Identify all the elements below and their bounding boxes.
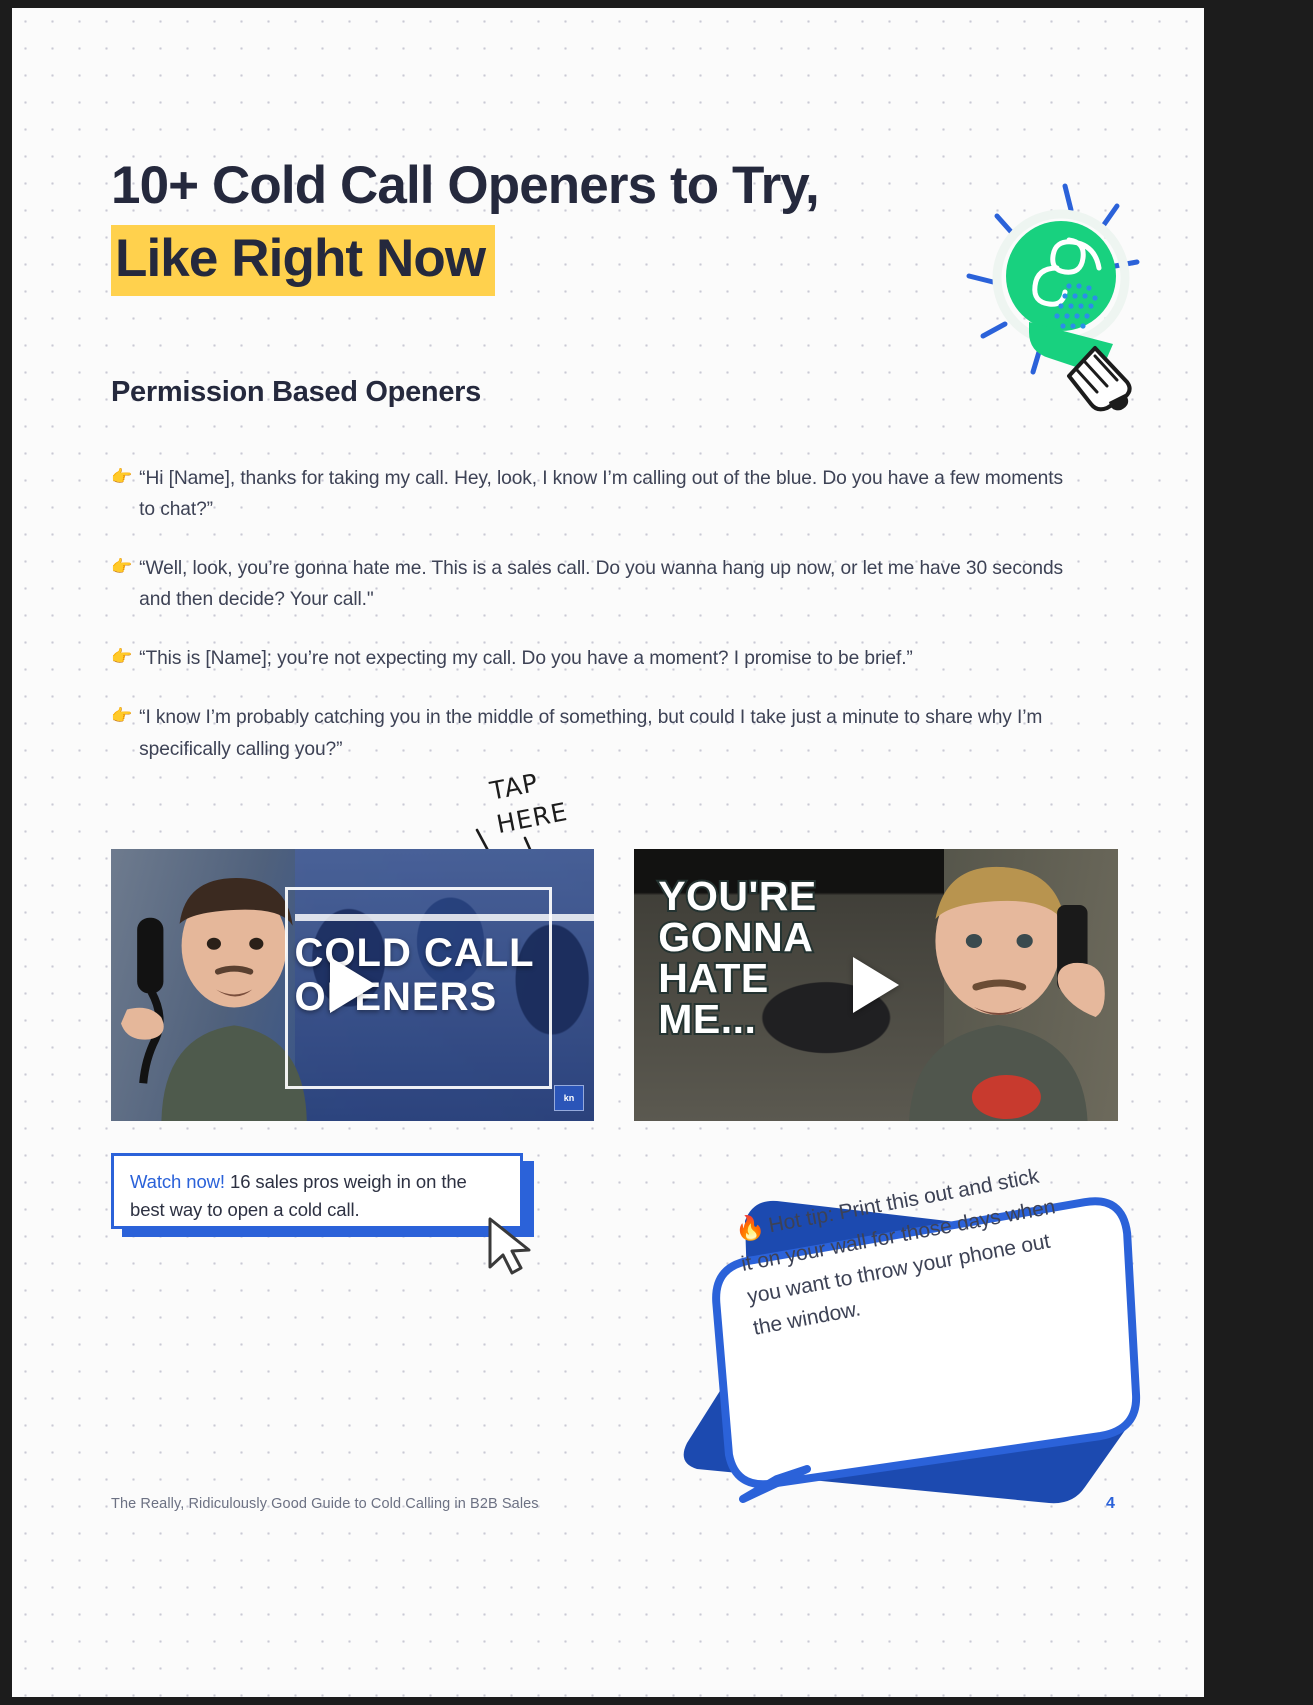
- page-number: 4: [1106, 1495, 1115, 1512]
- opener-text: “Well, look, you’re gonna hate me. This …: [139, 558, 1064, 611]
- page-title: 10+ Cold Call Openers to Try, Like Right…: [111, 154, 941, 297]
- opener-text: “I know I’m probably catching you in the…: [139, 707, 1043, 760]
- page-left-margin: [0, 0, 12, 1705]
- fire-icon: 🔥: [732, 1212, 768, 1245]
- list-item: 👉 “Well, look, you’re gonna hate me. Thi…: [111, 553, 1071, 615]
- video-thumbnail-cold-call-openers[interactable]: COLD CALL OPENERS kn: [111, 849, 594, 1121]
- footer-title: The Really, Ridiculously Good Guide to C…: [111, 1496, 539, 1512]
- opener-text: “Hi [Name], thanks for taking my call. H…: [139, 468, 1063, 521]
- pointing-hand-icon: 👉: [111, 647, 133, 667]
- video-2-title-line-2: GONNA: [656, 914, 815, 961]
- title-line-2-highlighted: Like Right Now: [111, 224, 496, 297]
- opener-text: “This is [Name]; you’re not expecting my…: [139, 648, 913, 670]
- video-1-logo-badge: kn: [554, 1085, 584, 1111]
- openers-list: 👉 “Hi [Name], thanks for taking my call.…: [111, 463, 1071, 793]
- mouse-cursor-icon: [488, 1217, 531, 1275]
- pointing-hand-icon: 👉: [111, 706, 133, 726]
- page-bottom-margin: [0, 1697, 1313, 1705]
- play-icon[interactable]: [329, 957, 376, 1013]
- video-2-person: [909, 866, 1105, 1121]
- list-item: 👉 “This is [Name]; you’re not expecting …: [111, 643, 1071, 674]
- watch-now-link[interactable]: Watch now!: [130, 1171, 225, 1192]
- watch-now-callout[interactable]: Watch now! 16 sales pros weigh in on the…: [111, 1153, 523, 1229]
- pointing-hand-icon: 👉: [111, 557, 133, 577]
- play-icon[interactable]: [853, 957, 899, 1013]
- page-right-margin: [1204, 0, 1313, 1705]
- ebook-page: 10+ Cold Call Openers to Try, Like Right…: [12, 8, 1204, 1697]
- title-line-1: 10+ Cold Call Openers to Try,: [111, 156, 820, 215]
- pointing-hand-icon: 👉: [111, 467, 133, 486]
- video-thumbnail-youre-gonna-hate-me[interactable]: YOU'RE GONNA HATE ME...: [634, 849, 1118, 1121]
- section-heading: Permission Based Openers: [111, 376, 481, 408]
- page-top-margin: [0, 0, 1313, 8]
- watch-callout-text: Watch now! 16 sales pros weigh in on the…: [130, 1171, 467, 1220]
- hot-tip-bubble: 🔥Hot tip: Print this out and stick it on…: [657, 1151, 1157, 1511]
- lightbulb-icon: [957, 176, 1142, 416]
- list-item: 👉 “I know I’m probably catching you in t…: [111, 702, 1071, 764]
- list-item: 👉 “Hi [Name], thanks for taking my call.…: [111, 463, 1071, 525]
- video-2-title-line-1: YOU'RE: [656, 873, 818, 920]
